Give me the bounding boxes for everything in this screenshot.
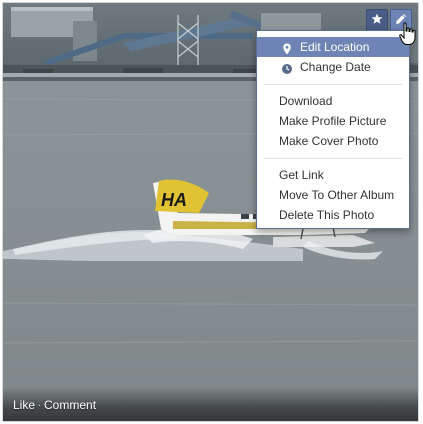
menu-item-download[interactable]: Download: [257, 91, 409, 111]
location-pin-icon: [281, 41, 293, 55]
menu-item-label: Change Date: [300, 60, 371, 74]
comment-link[interactable]: Comment: [44, 398, 96, 412]
clock-icon: [281, 61, 293, 74]
menu-item-delete-this-photo[interactable]: Delete This Photo: [257, 205, 409, 225]
menu-item-get-link[interactable]: Get Link: [257, 165, 409, 185]
menu-item-change-date[interactable]: Change Date: [257, 57, 409, 77]
menu-divider: [264, 158, 402, 159]
favorite-button[interactable]: [366, 9, 388, 31]
menu-item-label: Edit Location: [300, 40, 370, 54]
menu-item-make-cover-photo[interactable]: Make Cover Photo: [257, 131, 409, 151]
hand-cursor-icon: [399, 22, 417, 46]
photo-actions: Like · Comment: [13, 398, 96, 412]
menu-item-make-profile-picture[interactable]: Make Profile Picture: [257, 111, 409, 131]
like-link[interactable]: Like: [13, 398, 35, 412]
photo-action-bar: Like · Comment: [3, 387, 418, 421]
svg-text:HA: HA: [161, 190, 187, 210]
photo-options-menu: Edit Location Change Date Download Make …: [256, 30, 410, 229]
menu-item-edit-location[interactable]: Edit Location: [257, 37, 409, 57]
menu-item-move-to-other-album[interactable]: Move To Other Album: [257, 185, 409, 205]
action-separator: ·: [38, 400, 42, 410]
menu-divider: [264, 84, 402, 85]
star-icon: [371, 13, 383, 27]
